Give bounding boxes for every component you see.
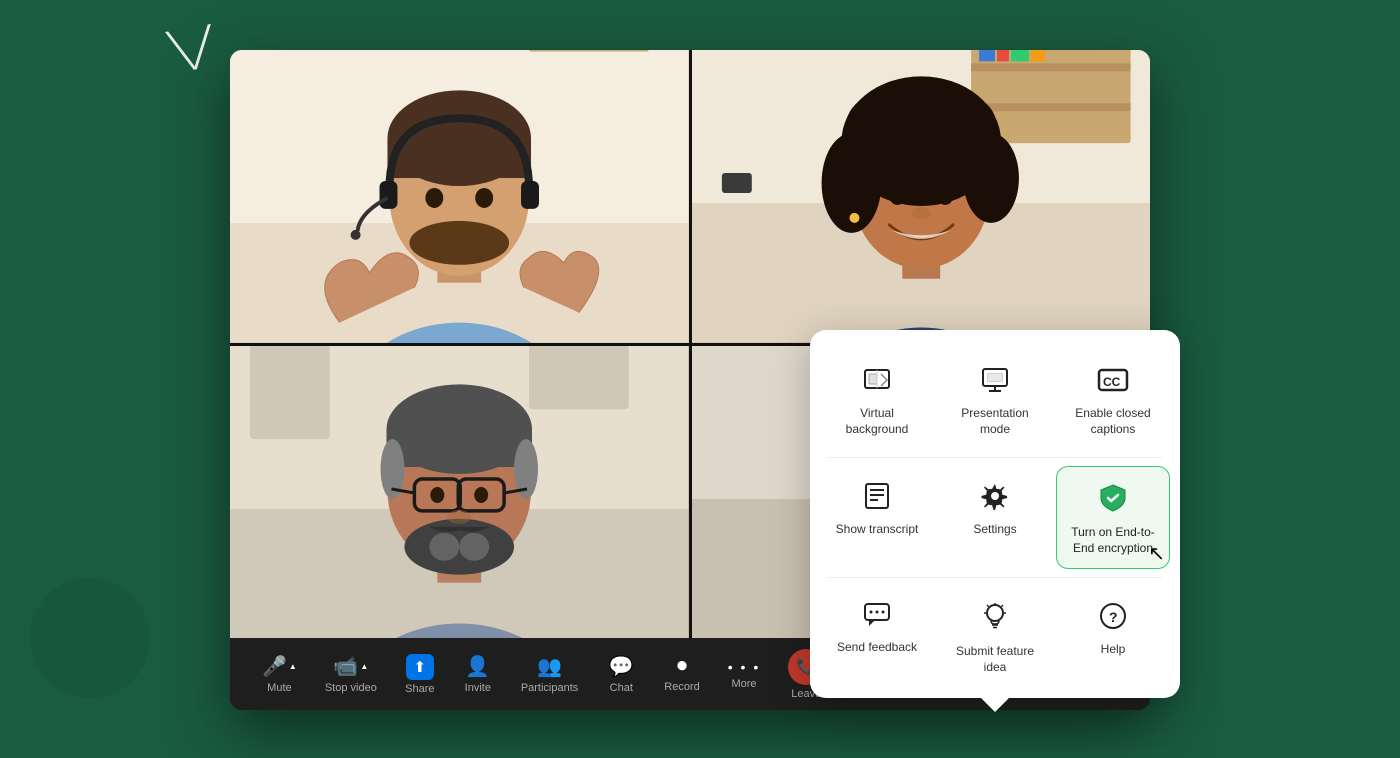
settings-icon [981, 482, 1009, 514]
presentation-mode-item[interactable]: Presentation mode [938, 350, 1052, 449]
video-caret: ▲ [360, 662, 368, 671]
virtual-background-icon [863, 366, 891, 398]
show-transcript-label: Show transcript [836, 522, 919, 538]
face-svg-3 [230, 346, 689, 639]
show-transcript-item[interactable]: Show transcript [820, 466, 934, 569]
chat-label: Chat [610, 682, 633, 694]
virtual-background-label: Virtual background [828, 406, 926, 437]
mute-label: Mute [267, 682, 291, 694]
transcript-icon [864, 482, 890, 514]
squiggle-decoration: ╲╱ [167, 25, 217, 74]
stop-video-button[interactable]: 📹 ▲ Stop video [313, 648, 389, 700]
video-tile-1 [230, 50, 689, 343]
share-label: Share [405, 683, 434, 695]
participants-icon: 👥 [537, 654, 562, 679]
video-tile-2 [692, 50, 1151, 343]
submit-feature-label: Submit feature idea [946, 644, 1044, 675]
menu-row-divider-1 [820, 453, 1170, 462]
svg-text:?: ? [1109, 609, 1118, 625]
menu-row-divider-2 [820, 573, 1170, 582]
closed-captions-item[interactable]: CC Enable closed captions [1056, 350, 1170, 449]
record-button[interactable]: ⏺ Record [652, 649, 711, 699]
mute-caret: ▲ [289, 662, 297, 671]
mute-icon-group: 🎤 ▲ [262, 654, 297, 679]
help-item[interactable]: ? Help [1056, 586, 1170, 687]
settings-item[interactable]: Settings [938, 466, 1052, 569]
share-button[interactable]: ⬆ Share [393, 648, 447, 701]
presentation-mode-label: Presentation mode [946, 406, 1044, 437]
svg-text:CC: CC [1103, 375, 1121, 389]
virtual-background-item[interactable]: Virtual background [820, 350, 934, 449]
participant-video-3 [230, 346, 689, 639]
microphone-icon: 🎤 [262, 654, 287, 679]
video-icon-group: 📹 ▲ [333, 654, 368, 679]
invite-icon: 👤 [465, 654, 490, 679]
send-feedback-item[interactable]: Send feedback [820, 586, 934, 687]
e2e-encryption-item[interactable]: Turn on End-to-End encryption ↖ [1056, 466, 1170, 569]
participant-video-1 [230, 50, 689, 343]
participant-video-2 [692, 50, 1151, 343]
blob-decoration [30, 578, 150, 698]
presentation-mode-icon [981, 366, 1009, 398]
closed-captions-icon: CC [1097, 366, 1129, 398]
menu-grid: Virtual background Presentation mode CC [820, 350, 1170, 688]
e2e-encryption-label: Turn on End-to-End encryption [1065, 525, 1161, 556]
participants-button[interactable]: 👥 Participants [509, 648, 590, 700]
feedback-icon [863, 602, 891, 632]
mute-button[interactable]: 🎤 ▲ Mute [250, 648, 309, 700]
camera-icon: 📹 [333, 654, 358, 679]
shield-icon [1099, 483, 1127, 517]
stop-video-label: Stop video [325, 682, 377, 694]
face-svg-1 [230, 50, 689, 343]
participants-label: Participants [521, 682, 578, 694]
settings-label: Settings [973, 522, 1016, 538]
closed-captions-label: Enable closed captions [1064, 406, 1162, 437]
more-menu-popup: Virtual background Presentation mode CC [810, 330, 1180, 698]
submit-feature-item[interactable]: Submit feature idea [938, 586, 1052, 687]
help-label: Help [1101, 642, 1126, 658]
face-svg-2 [692, 50, 1151, 343]
record-icon: ⏺ [677, 655, 687, 678]
video-tile-3 [230, 346, 689, 639]
lightbulb-icon [983, 602, 1007, 636]
more-dots-icon: • • • [728, 659, 760, 675]
send-feedback-label: Send feedback [837, 640, 917, 656]
more-button[interactable]: • • • More [716, 653, 772, 696]
invite-label: Invite [465, 682, 491, 694]
share-icon: ⬆ [406, 654, 435, 680]
invite-button[interactable]: 👤 Invite [451, 648, 505, 700]
help-icon: ? [1099, 602, 1127, 634]
chat-icon: 💬 [609, 654, 634, 679]
chat-button[interactable]: 💬 Chat [594, 648, 648, 700]
record-label: Record [664, 681, 699, 693]
more-label: More [731, 678, 756, 690]
